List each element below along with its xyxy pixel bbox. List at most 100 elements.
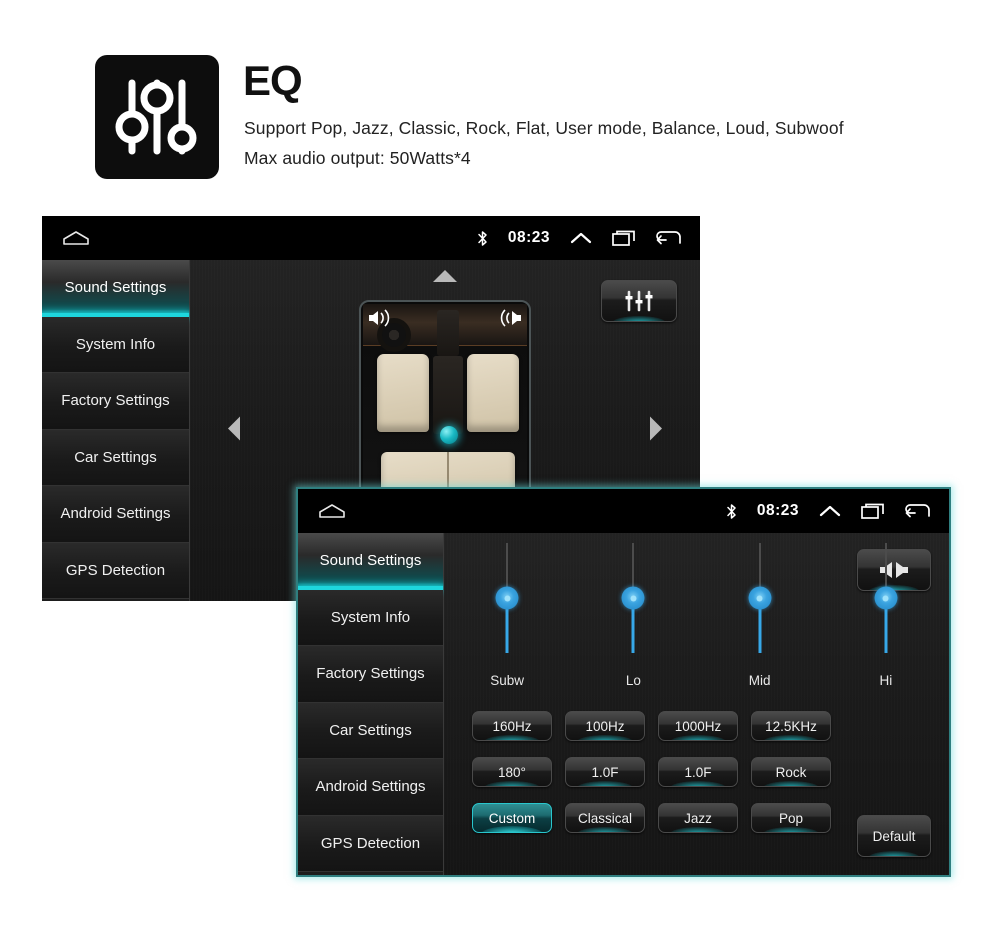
sidebar-item-label: GPS Detection xyxy=(65,561,166,579)
equalizer-sliders-icon xyxy=(95,55,219,179)
button-label: Rock xyxy=(775,764,807,780)
eq-preset-jazz[interactable]: Jazz xyxy=(658,803,738,833)
chevron-up-icon[interactable] xyxy=(819,504,841,518)
equalizer-icon-button[interactable] xyxy=(601,280,677,322)
sidebar-item-label: System Info xyxy=(75,335,156,353)
front-right-seat xyxy=(467,354,519,432)
button-label: Jazz xyxy=(684,810,712,826)
eq-button-q-1-0f-a[interactable]: 1.0F xyxy=(565,757,645,787)
button-label: 100Hz xyxy=(585,718,625,734)
clock-time: 08:23 xyxy=(756,502,799,519)
slider-knob[interactable] xyxy=(621,586,645,610)
button-label: 1.0F xyxy=(591,764,619,780)
sidebar-item-factory-settings[interactable]: Factory Settings xyxy=(298,646,443,703)
eq-button-q-1-0f-b[interactable]: 1.0F xyxy=(658,757,738,787)
balance-position-dot[interactable] xyxy=(440,426,458,444)
sidebar-item-system-info[interactable]: System Info xyxy=(298,589,443,646)
recent-apps-icon[interactable] xyxy=(612,230,636,246)
balance-right-arrow-icon[interactable] xyxy=(649,415,662,446)
eq-button-160hz[interactable]: 160Hz xyxy=(472,711,552,741)
button-label: 180° xyxy=(498,764,526,780)
sidebar-item-label: Factory Settings xyxy=(61,392,170,410)
sidebar-item-label: Android Settings xyxy=(60,505,171,523)
sidebar-item-gps-detection[interactable]: GPS Detection xyxy=(298,815,443,872)
status-bar: 08:23 xyxy=(298,489,949,533)
button-label: Default xyxy=(872,828,916,844)
speaker-icon xyxy=(497,308,523,333)
sidebar-item-label: Car Settings xyxy=(74,448,157,466)
equalizer-icon xyxy=(625,290,653,312)
feature-description-line-1: Support Pop, Jazz, Classic, Rock, Flat, … xyxy=(244,118,844,138)
slider-knob[interactable] xyxy=(495,586,519,610)
button-label: 1000Hz xyxy=(674,718,722,734)
slider-knob[interactable] xyxy=(748,586,772,610)
center-console-top xyxy=(437,310,459,356)
front-left-seat xyxy=(377,354,429,432)
sidebar-item-label: GPS Detection xyxy=(320,834,421,852)
eq-preset-pop[interactable]: Pop xyxy=(751,803,831,833)
chevron-up-icon[interactable] xyxy=(570,231,592,245)
fader-up-arrow-icon[interactable] xyxy=(432,270,458,288)
sidebar-item-label: System Info xyxy=(330,608,411,626)
eq-button-180deg[interactable]: 180° xyxy=(472,757,552,787)
clock-time: 08:23 xyxy=(507,229,550,246)
back-arrow-icon[interactable] xyxy=(905,503,931,519)
sidebar-item-system-info[interactable]: System Info xyxy=(42,316,189,373)
eq-button-grid: 160Hz 100Hz 1000Hz 12.5KHz 180° 1.0F 1.0… xyxy=(472,711,831,833)
equalizer-panel: Subw Lo Mid Hi 160Hz 100Hz 1000Hz 12.5KH… xyxy=(444,533,949,875)
home-icon[interactable] xyxy=(62,230,90,246)
feature-description-line-2: Max audio output: 50Watts*4 xyxy=(244,148,471,168)
eq-slider-group: Subw Lo Mid Hi xyxy=(444,543,949,703)
device-screenshot-equalizer: 08:23 Sound Settings System Info Factory… xyxy=(296,487,951,877)
sidebar-item-sound-settings[interactable]: Sound Settings xyxy=(42,260,189,317)
eq-button-1000hz[interactable]: 1000Hz xyxy=(658,711,738,741)
slider-label: Lo xyxy=(625,673,641,688)
sidebar-item-label: Car Settings xyxy=(329,721,412,739)
sidebar-item-gps-detection[interactable]: GPS Detection xyxy=(42,542,189,599)
settings-sidebar: Sound Settings System Info Factory Setti… xyxy=(298,533,444,875)
status-bar: 08:23 xyxy=(42,216,700,260)
eq-slider-hi[interactable]: Hi xyxy=(823,543,949,703)
sidebar-item-android-settings[interactable]: Android Settings xyxy=(298,759,443,816)
slider-label: Subw xyxy=(490,673,525,688)
eq-slider-subw[interactable]: Subw xyxy=(444,543,570,703)
bluetooth-icon xyxy=(726,503,737,520)
slider-label: Hi xyxy=(879,673,893,688)
button-label: 1.0F xyxy=(684,764,712,780)
eq-preset-rock[interactable]: Rock xyxy=(751,757,831,787)
eq-preset-classical[interactable]: Classical xyxy=(565,803,645,833)
sidebar-item-factory-settings[interactable]: Factory Settings xyxy=(42,373,189,430)
eq-slider-mid[interactable]: Mid xyxy=(697,543,823,703)
default-button[interactable]: Default xyxy=(857,815,931,857)
sidebar-item-label: Sound Settings xyxy=(64,279,167,297)
sidebar-item-label: Sound Settings xyxy=(319,552,422,570)
slider-label: Mid xyxy=(748,673,771,688)
screen-body: Sound Settings System Info Factory Setti… xyxy=(298,533,949,875)
page-title: EQ xyxy=(243,57,303,104)
sidebar-item-label: Android Settings xyxy=(315,778,426,796)
eq-preset-custom[interactable]: Custom xyxy=(472,803,552,833)
center-console xyxy=(433,356,463,434)
home-icon[interactable] xyxy=(318,503,346,519)
back-arrow-icon[interactable] xyxy=(656,230,682,246)
speaker-icon xyxy=(367,308,393,333)
page-root: EQ Support Pop, Jazz, Classic, Rock, Fla… xyxy=(0,0,1000,931)
balance-left-arrow-icon[interactable] xyxy=(228,415,241,446)
sidebar-item-sound-settings[interactable]: Sound Settings xyxy=(298,533,443,590)
sidebar-item-car-settings[interactable]: Car Settings xyxy=(298,702,443,759)
recent-apps-icon[interactable] xyxy=(861,503,885,519)
button-label: Classical xyxy=(577,810,632,826)
eq-button-100hz[interactable]: 100Hz xyxy=(565,711,645,741)
slider-knob[interactable] xyxy=(874,586,898,610)
sidebar-item-android-settings[interactable]: Android Settings xyxy=(42,486,189,543)
eq-slider-lo[interactable]: Lo xyxy=(570,543,696,703)
button-label: 12.5KHz xyxy=(765,718,817,734)
button-label: 160Hz xyxy=(492,718,532,734)
eq-button-12-5khz[interactable]: 12.5KHz xyxy=(751,711,831,741)
button-label: Pop xyxy=(778,810,804,826)
button-label: Custom xyxy=(488,810,536,826)
bluetooth-icon xyxy=(477,230,488,247)
sidebar-item-label: Factory Settings xyxy=(316,665,425,683)
settings-sidebar: Sound Settings System Info Factory Setti… xyxy=(42,260,190,601)
sidebar-item-car-settings[interactable]: Car Settings xyxy=(42,429,189,486)
